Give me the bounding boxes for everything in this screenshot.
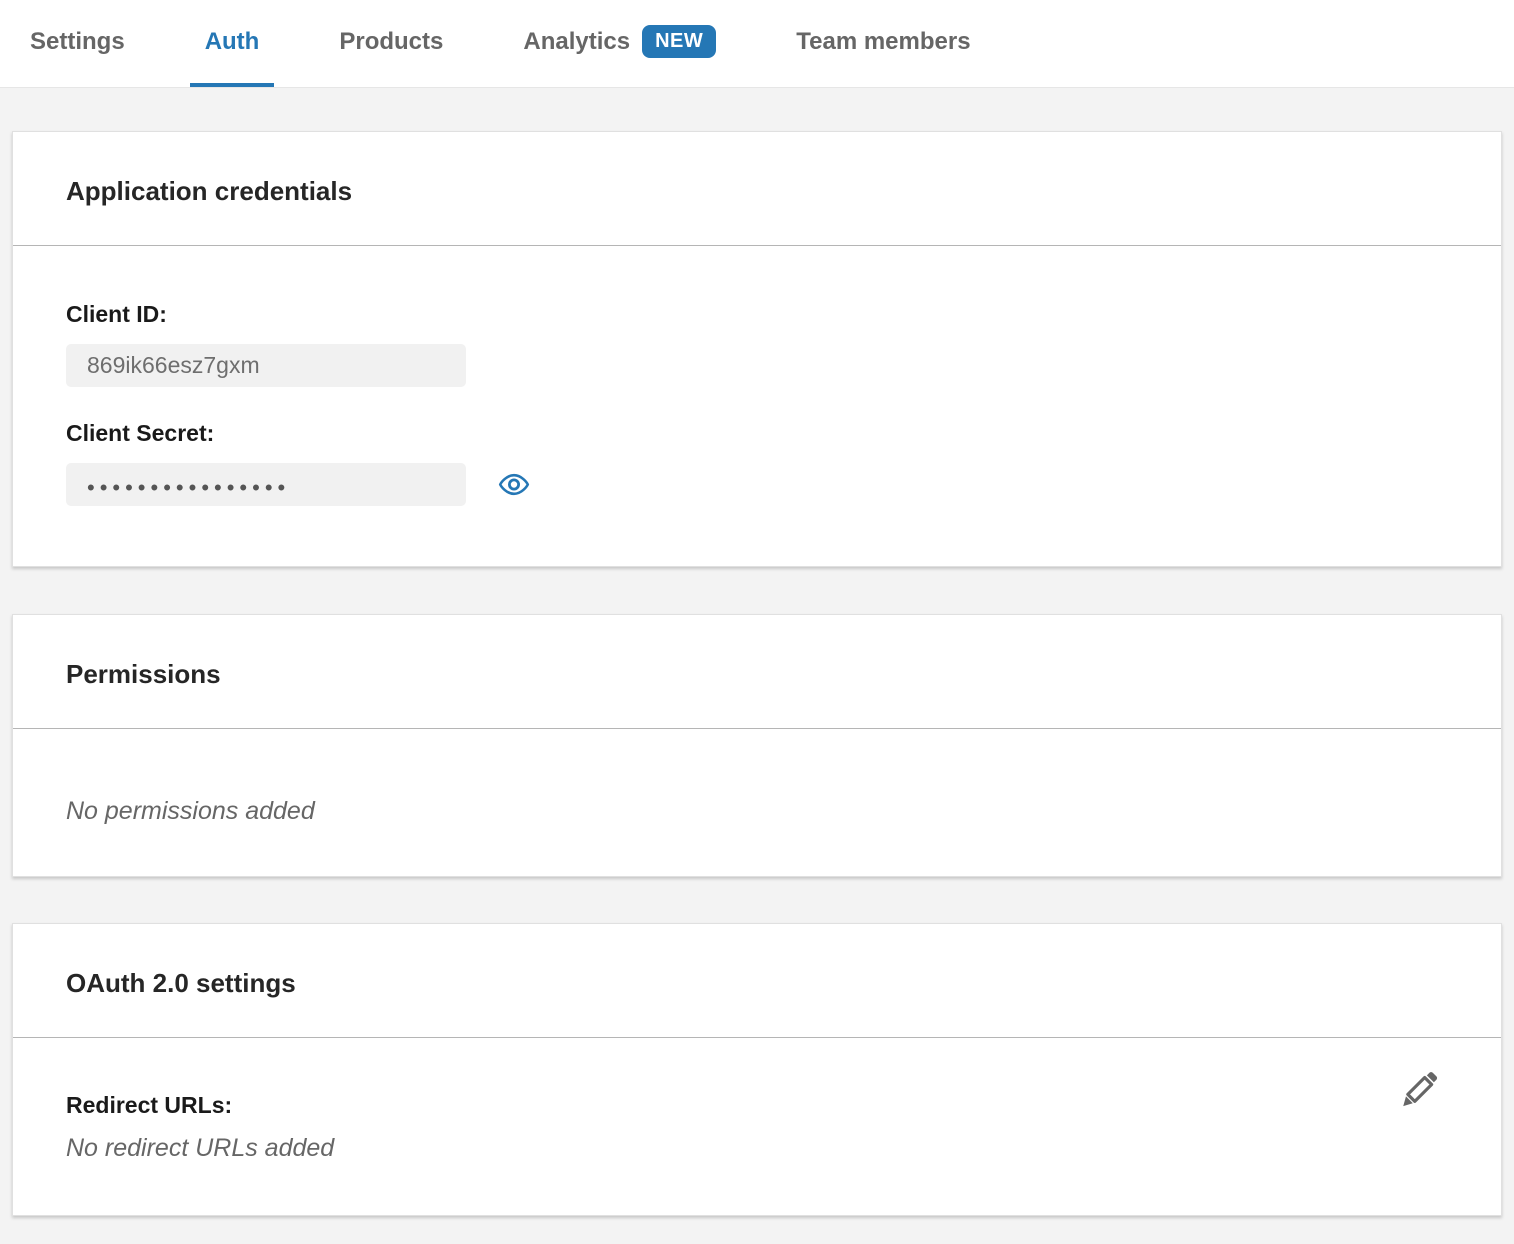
permissions-card: Permissions No permissions added	[12, 614, 1502, 877]
redirect-urls-label: Redirect URLs:	[66, 1092, 1448, 1119]
oauth-settings-title: OAuth 2.0 settings	[66, 968, 1448, 999]
tab-auth-label: Auth	[205, 28, 260, 56]
client-id-field[interactable]: 869ik66esz7gxm	[66, 344, 466, 387]
tab-bar: Settings Auth Products Analytics NEW Tea…	[0, 0, 1514, 88]
application-credentials-title: Application credentials	[66, 176, 1448, 207]
tab-analytics-label: Analytics	[523, 28, 630, 56]
reveal-secret-button[interactable]	[497, 472, 531, 497]
edit-redirect-urls-button[interactable]	[1397, 1068, 1441, 1112]
page-content: Application credentials Client ID: 869ik…	[0, 131, 1514, 1216]
tab-products[interactable]: Products	[324, 0, 458, 87]
tab-team-members-label: Team members	[796, 28, 970, 56]
application-credentials-body: Client ID: 869ik66esz7gxm Client Secret:…	[13, 246, 1501, 566]
tab-auth[interactable]: Auth	[190, 0, 275, 87]
oauth-settings-header: OAuth 2.0 settings	[13, 924, 1501, 1038]
permissions-empty-text: No permissions added	[66, 797, 1448, 826]
client-secret-field[interactable]: ••••••••••••••••	[66, 463, 466, 506]
client-id-label: Client ID:	[66, 301, 1448, 328]
application-credentials-header: Application credentials	[13, 132, 1501, 246]
tab-analytics[interactable]: Analytics NEW	[508, 0, 731, 87]
permissions-title: Permissions	[66, 659, 1448, 690]
redirect-urls-empty-text: No redirect URLs added	[66, 1134, 1448, 1163]
new-badge: NEW	[642, 25, 716, 58]
tab-settings-label: Settings	[30, 28, 125, 56]
client-secret-label: Client Secret:	[66, 420, 1448, 447]
application-credentials-card: Application credentials Client ID: 869ik…	[12, 131, 1502, 567]
tab-settings[interactable]: Settings	[15, 0, 140, 87]
oauth-settings-body: Redirect URLs: No redirect URLs added	[13, 1038, 1501, 1215]
permissions-header: Permissions	[13, 615, 1501, 729]
tab-products-label: Products	[339, 28, 443, 56]
pencil-icon	[1397, 1068, 1441, 1112]
permissions-body: No permissions added	[13, 729, 1501, 876]
eye-icon	[497, 472, 531, 497]
oauth-settings-card: OAuth 2.0 settings Redirect URLs: No red…	[12, 923, 1502, 1216]
tab-team-members[interactable]: Team members	[781, 0, 985, 87]
